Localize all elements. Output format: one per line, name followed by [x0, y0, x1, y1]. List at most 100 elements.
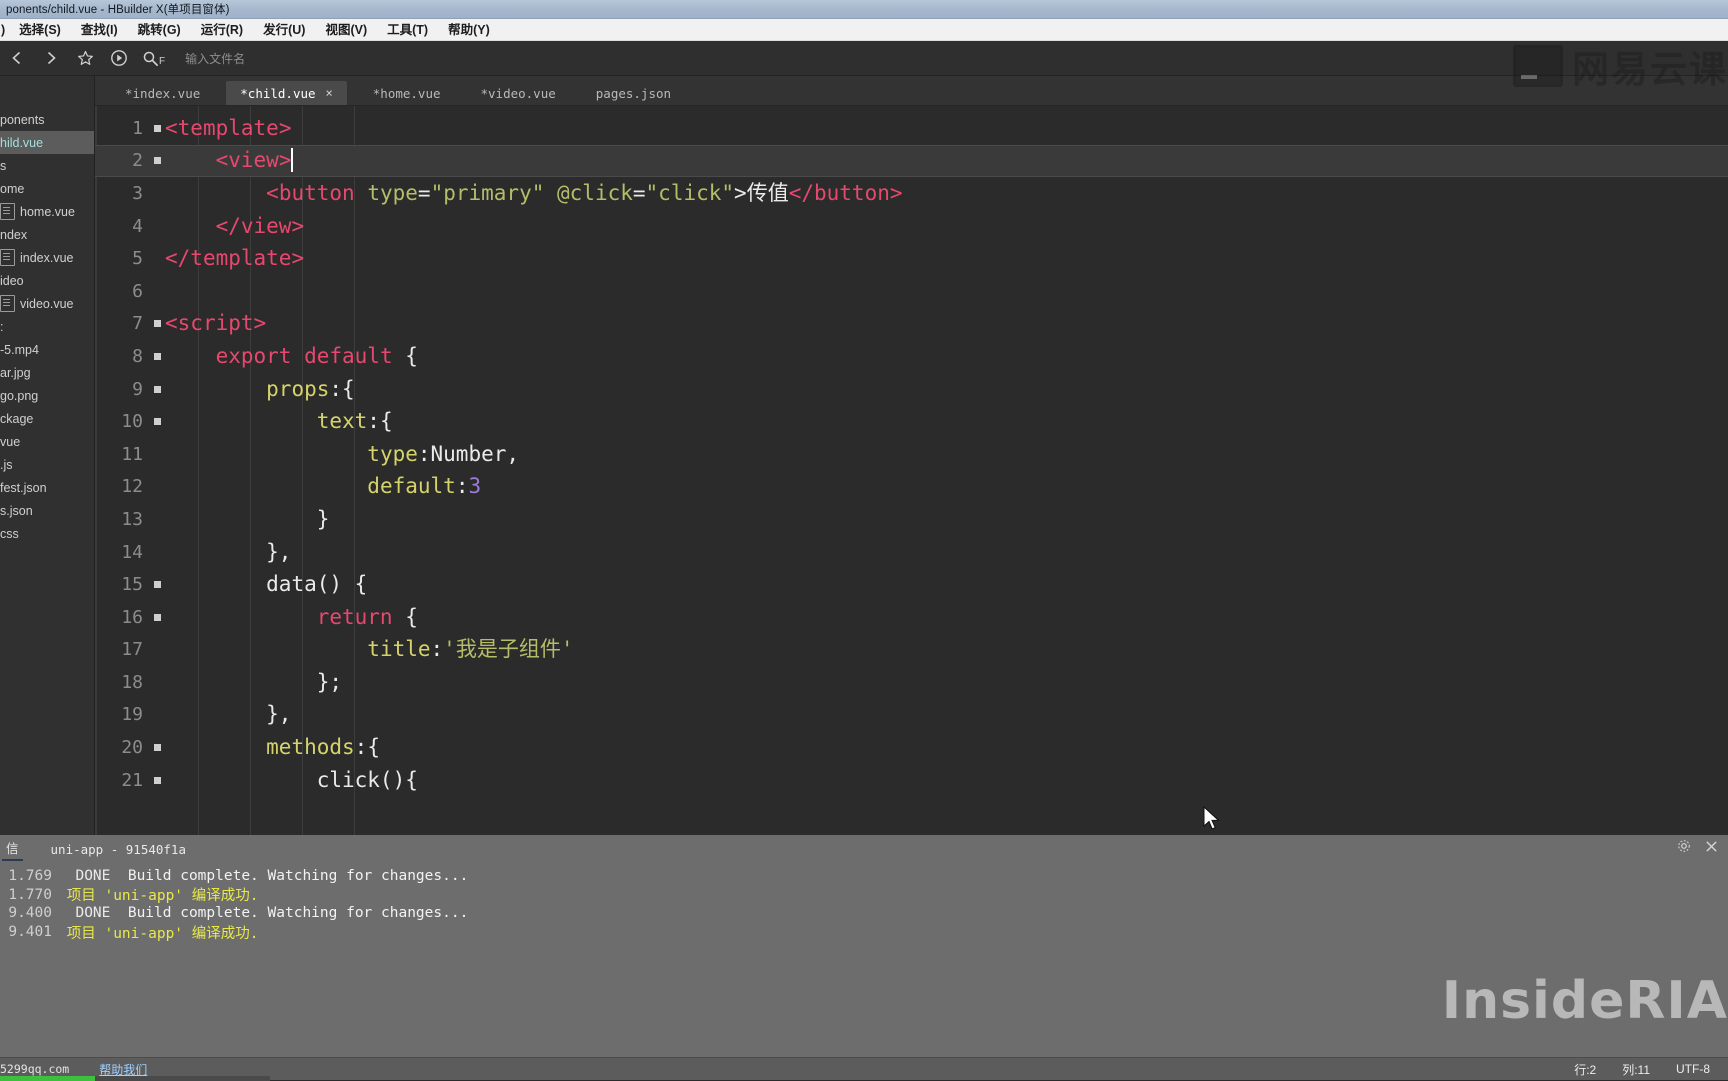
- fold-marker[interactable]: [149, 157, 165, 165]
- fold-marker[interactable]: [149, 744, 165, 752]
- code-line[interactable]: 1 <template>: [95, 112, 1728, 145]
- log-level: DONE: [58, 868, 128, 885]
- fold-marker[interactable]: [149, 418, 165, 426]
- editor-tab-label: *child.vue: [240, 85, 316, 101]
- status-encoding[interactable]: UTF-8: [1676, 1062, 1710, 1076]
- tree-item[interactable]: fest.json: [0, 476, 94, 499]
- code-line[interactable]: 10 text:{: [95, 405, 1728, 438]
- tree-item[interactable]: css: [0, 522, 94, 545]
- fold-marker[interactable]: [149, 613, 165, 621]
- tree-item[interactable]: :: [0, 315, 94, 338]
- tree-item[interactable]: home.vue: [0, 200, 94, 223]
- code-line[interactable]: 14 },: [95, 536, 1728, 569]
- code-line[interactable]: 3 <button type="primary" @click="click">…: [95, 177, 1728, 210]
- code-line[interactable]: 5 </template>: [95, 242, 1728, 275]
- editor-tab[interactable]: *child.vue ×: [226, 81, 347, 105]
- menu-item[interactable]: 视图(V): [315, 19, 377, 41]
- line-number: 2: [132, 150, 143, 172]
- close-icon[interactable]: ×: [326, 87, 333, 99]
- code-line[interactable]: 6: [95, 275, 1728, 308]
- editor-tab[interactable]: *index.vue: [111, 81, 214, 105]
- project-file-tree[interactable]: ponents hild.vue s ome home.vue ndex index.vue…: [0, 76, 95, 835]
- menu-item[interactable]: 选择(S): [9, 19, 71, 41]
- menu-item[interactable]: 运行(R): [191, 19, 253, 41]
- help-us-link[interactable]: 帮助我们: [99, 1061, 147, 1078]
- fold-marker[interactable]: [149, 320, 165, 328]
- line-number: 5: [132, 248, 143, 270]
- code-line[interactable]: 13 }: [95, 503, 1728, 536]
- fold-marker[interactable]: [149, 385, 165, 393]
- fold-marker[interactable]: [149, 124, 165, 132]
- fold-marker[interactable]: [149, 776, 165, 784]
- search-modifier-label: F: [159, 55, 166, 67]
- code-line[interactable]: 9 props:{: [95, 373, 1728, 406]
- editor-tab[interactable]: *home.vue: [359, 81, 455, 105]
- menu-item[interactable]: 发行(U): [253, 19, 315, 41]
- tree-item[interactable]: hild.vue: [0, 131, 94, 154]
- editor-tab-label: *video.vue: [480, 85, 556, 101]
- code-lines[interactable]: 1 <template> 2 <view> 3 <button type="prima…: [95, 106, 1728, 835]
- menu-item[interactable]: 工具(T): [377, 19, 438, 41]
- fold-marker[interactable]: [149, 352, 165, 360]
- code-line[interactable]: 4 </view>: [95, 210, 1728, 243]
- tree-item[interactable]: index.vue: [0, 246, 94, 269]
- code-line[interactable]: 7 <script>: [95, 308, 1728, 341]
- line-number: 17: [121, 639, 143, 661]
- tree-item[interactable]: .js: [0, 453, 94, 476]
- code-line[interactable]: 12 default:3: [95, 471, 1728, 504]
- editor-tab-bar: *index.vue *child.vue × *home.vue *video.vue…: [95, 76, 1728, 106]
- code-line[interactable]: 2 <view>: [95, 144, 1728, 178]
- code-line[interactable]: 20 methods:{: [95, 731, 1728, 764]
- play-circle-icon[interactable]: [102, 41, 136, 75]
- toolbar: F 输入文件名 网易云课: [0, 41, 1728, 91]
- editor-tab-label: *home.vue: [372, 85, 441, 101]
- log-message: Build complete. Watching for changes...: [127, 868, 469, 885]
- tree-item[interactable]: -5.mp4: [0, 338, 94, 361]
- code-text: </template>: [165, 246, 305, 271]
- menu-item[interactable]: ): [0, 19, 9, 41]
- editor-tab[interactable]: *video.vue: [467, 81, 570, 105]
- fold-marker[interactable]: [149, 581, 165, 589]
- status-column: 列:11: [1622, 1062, 1650, 1077]
- tree-item[interactable]: s.json: [0, 499, 94, 522]
- tree-item[interactable]: ponents: [0, 108, 94, 131]
- chevron-right-icon[interactable]: [34, 41, 68, 75]
- tree-item[interactable]: ar.jpg: [0, 361, 94, 384]
- code-line[interactable]: 11 type:Number,: [95, 438, 1728, 471]
- tree-item[interactable]: go.png: [0, 384, 94, 407]
- tree-item[interactable]: ndex: [0, 223, 94, 246]
- tree-item[interactable]: s: [0, 154, 94, 177]
- tree-item[interactable]: video.vue: [0, 292, 94, 315]
- code-text: }: [165, 506, 330, 531]
- log-message: Build complete. Watching for changes...: [127, 905, 469, 922]
- tree-item-label: hild.vue: [0, 135, 44, 150]
- tree-item[interactable]: ome: [0, 177, 94, 200]
- console-tab-message[interactable]: 信: [0, 835, 25, 863]
- close-icon[interactable]: [1705, 840, 1718, 858]
- gear-icon[interactable]: [1677, 839, 1691, 858]
- menu-item[interactable]: 帮助(Y): [438, 19, 500, 41]
- code-text: },: [165, 539, 292, 564]
- code-line[interactable]: 21 click(){: [95, 764, 1728, 797]
- code-line[interactable]: 19 },: [95, 699, 1728, 732]
- code-line[interactable]: 17 title:'我是子组件': [95, 634, 1728, 667]
- code-editor[interactable]: 1 <template> 2 <view> 3 <button type="prima…: [95, 106, 1728, 835]
- tree-item-label: home.vue: [20, 204, 75, 219]
- file-icon: [0, 295, 15, 312]
- tree-item[interactable]: ckage: [0, 407, 94, 430]
- editor-tab-label: *index.vue: [125, 85, 201, 101]
- star-icon[interactable]: [68, 41, 102, 75]
- menu-item[interactable]: 跳转(G): [128, 19, 191, 41]
- chevron-left-icon[interactable]: [0, 41, 34, 75]
- tree-item[interactable]: vue: [0, 430, 94, 453]
- search-icon[interactable]: F: [142, 50, 167, 67]
- menu-item[interactable]: 查找(I): [71, 19, 128, 41]
- code-line[interactable]: 18 };: [95, 666, 1728, 699]
- editor-tab[interactable]: pages.json: [582, 81, 685, 105]
- tree-item[interactable]: ideo: [0, 269, 94, 292]
- code-line[interactable]: 8 export default {: [95, 340, 1728, 373]
- file-name-input[interactable]: 输入文件名: [185, 50, 245, 67]
- code-line[interactable]: 16 return {: [95, 601, 1728, 634]
- code-text: text:{: [316, 409, 393, 434]
- code-line[interactable]: 15 data() {: [95, 568, 1728, 601]
